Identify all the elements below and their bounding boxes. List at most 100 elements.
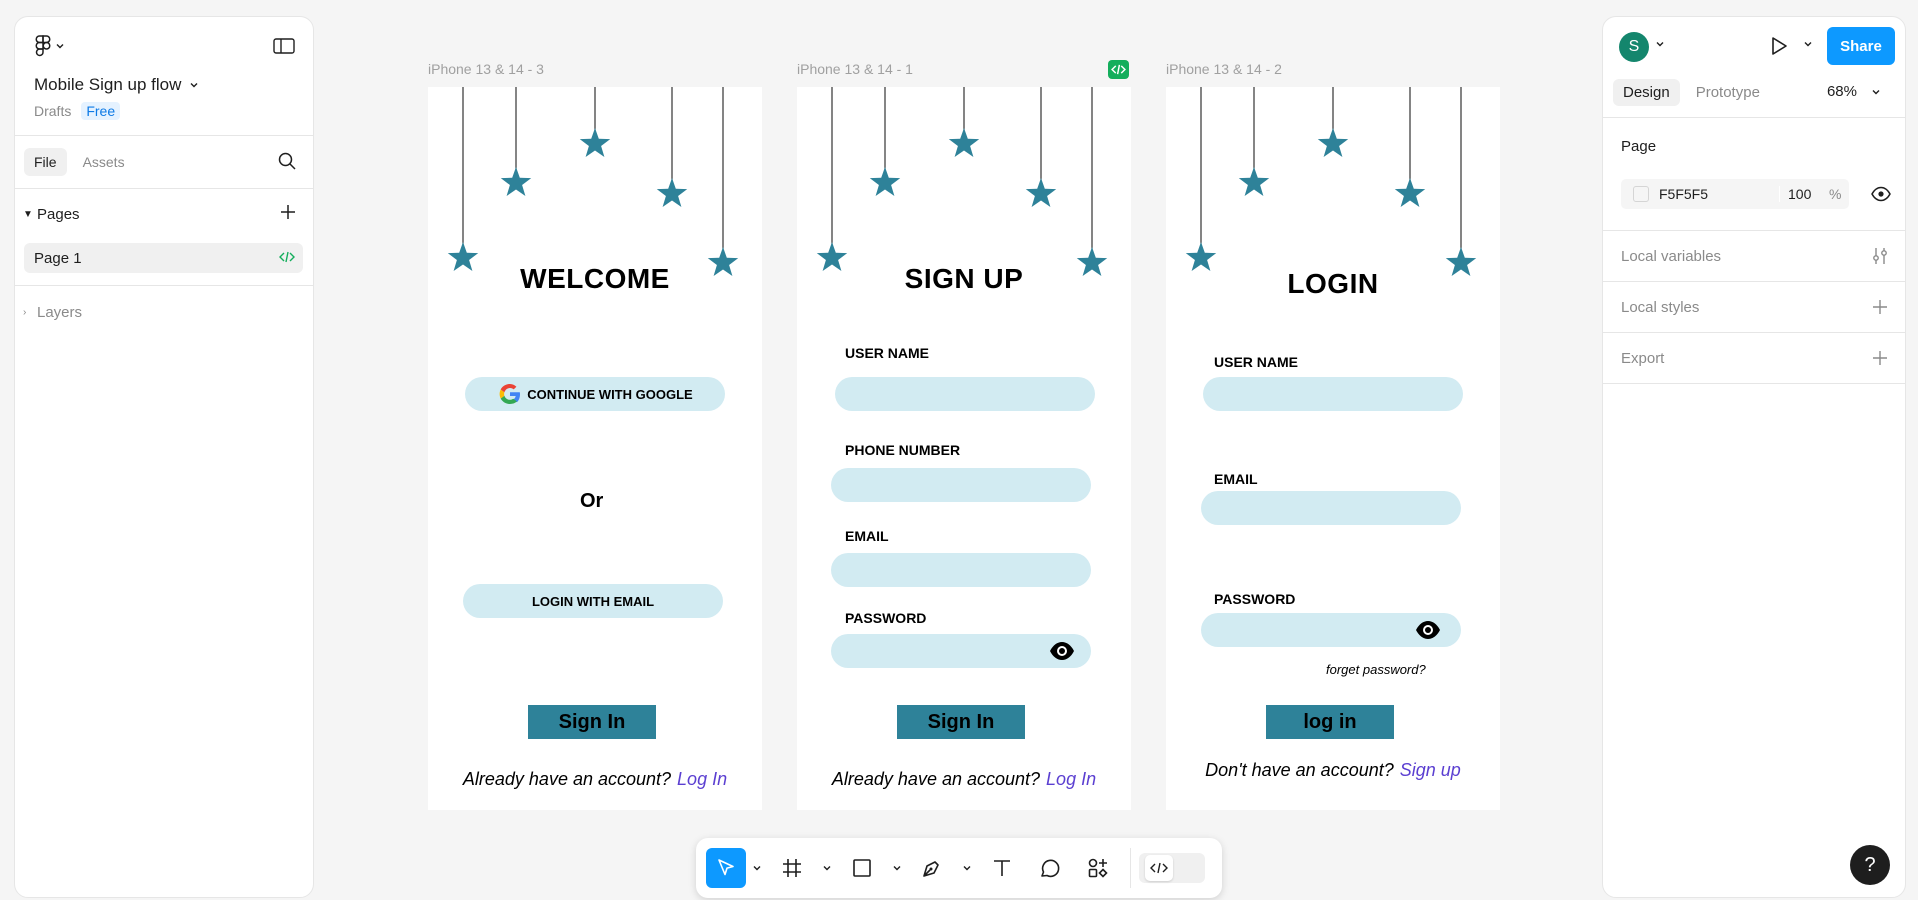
login-with-email-button[interactable]: LOGIN WITH EMAIL xyxy=(463,584,723,618)
email-input[interactable] xyxy=(831,553,1091,587)
frame-label[interactable]: iPhone 13 & 14 - 1 xyxy=(797,61,913,77)
tab-prototype[interactable]: Prototype xyxy=(1686,79,1770,106)
sign-in-button[interactable]: Sign In xyxy=(897,705,1025,739)
frame-tool-button[interactable] xyxy=(768,848,816,888)
username-input[interactable] xyxy=(835,377,1095,411)
tab-design[interactable]: Design xyxy=(1613,78,1680,106)
hanging-stars-decoration xyxy=(816,87,1108,276)
footer-text: Already have an account? xyxy=(831,769,1041,789)
components-icon xyxy=(1088,858,1108,878)
local-variables-row[interactable]: Local variables xyxy=(1603,230,1905,281)
color-swatch[interactable] xyxy=(1633,186,1649,202)
chevron-down-icon xyxy=(190,83,198,88)
chevron-down-icon[interactable] xyxy=(1803,39,1813,49)
star-icon xyxy=(1185,242,1217,271)
share-button[interactable]: Share xyxy=(1827,27,1895,65)
phone-number-input[interactable] xyxy=(831,468,1091,502)
footer: Don't have an account? Sign up xyxy=(1166,760,1500,781)
actions-tool-button[interactable] xyxy=(1074,848,1122,888)
variables-adjust-icon[interactable] xyxy=(1871,247,1889,265)
page-color-hex[interactable]: F5F5F5 xyxy=(1659,186,1779,202)
pages-section-header[interactable]: ▼ Pages xyxy=(15,189,313,239)
dev-mode-toggle[interactable] xyxy=(1139,853,1205,883)
frame-label[interactable]: iPhone 13 & 14 - 3 xyxy=(428,61,544,77)
add-page-icon[interactable] xyxy=(279,203,297,225)
chevron-down-icon[interactable] xyxy=(956,863,978,873)
move-tool-button[interactable] xyxy=(706,848,746,888)
present-play-icon[interactable] xyxy=(1768,35,1790,57)
export-label: Export xyxy=(1621,349,1665,367)
page-color-opacity[interactable]: 100 xyxy=(1779,186,1829,202)
sign-up-link[interactable]: Sign up xyxy=(1400,760,1461,780)
chevron-down-icon[interactable] xyxy=(746,863,768,873)
or-separator: Or xyxy=(580,490,604,512)
frame-login[interactable]: LOGIN USER NAME EMAIL PASSWORD forget pa… xyxy=(1166,87,1500,810)
visibility-eye-icon[interactable] xyxy=(1871,186,1891,202)
zoom-dropdown[interactable]: 68% xyxy=(1827,83,1881,100)
left-panel: Mobile Sign up flow Drafts Free File Ass… xyxy=(14,16,314,898)
local-variables-label: Local variables xyxy=(1621,247,1722,265)
sign-in-button[interactable]: Sign In xyxy=(528,705,656,739)
layers-label: Layers xyxy=(37,303,83,321)
tab-assets[interactable]: Assets xyxy=(73,148,135,176)
footer: Already have an account? Log In xyxy=(428,769,762,790)
drafts-link[interactable]: Drafts xyxy=(34,103,71,119)
field-label: EMAIL xyxy=(845,528,889,544)
avatar[interactable]: S xyxy=(1619,32,1649,62)
page-item[interactable]: Page 1 xyxy=(24,243,303,273)
text-tool-button[interactable] xyxy=(978,848,1026,888)
add-icon[interactable] xyxy=(1871,298,1889,316)
comment-icon xyxy=(1041,859,1060,878)
plan-badge[interactable]: Free xyxy=(81,102,121,120)
search-icon[interactable] xyxy=(277,151,297,176)
main-menu-button[interactable] xyxy=(35,35,65,57)
hanging-stars-decoration xyxy=(1185,87,1477,276)
continue-with-google-label: CONTINUE WITH GOOGLE xyxy=(527,386,693,402)
chevron-down-icon[interactable] xyxy=(886,863,908,873)
comment-tool-button[interactable] xyxy=(1026,848,1074,888)
log-in-link[interactable]: Log In xyxy=(1046,769,1096,789)
zoom-level: 68% xyxy=(1826,83,1857,100)
page-color-field[interactable]: F5F5F5 100 % xyxy=(1621,179,1849,209)
footer: Already have an account? Log In xyxy=(797,769,1131,790)
hanging-stars-decoration xyxy=(447,87,739,276)
show-password-eye-icon[interactable] xyxy=(1415,620,1441,640)
chevron-down-icon[interactable] xyxy=(816,863,838,873)
frame-welcome[interactable]: WELCOME CONTINUE WITH GOOGLE Or LOGIN WI… xyxy=(428,87,762,810)
log-in-button[interactable]: log in xyxy=(1266,705,1394,739)
chevron-down-icon xyxy=(56,44,64,49)
frame-icon xyxy=(783,859,801,877)
forgot-password-link[interactable]: forget password? xyxy=(1326,662,1426,677)
sign-up-title: SIGN UP xyxy=(904,263,1024,294)
google-logo-icon xyxy=(499,384,521,404)
export-row[interactable]: Export xyxy=(1603,332,1905,383)
field-label: USER NAME xyxy=(1214,354,1299,370)
field-label: PASSWORD xyxy=(845,610,927,626)
star-icon xyxy=(1317,128,1349,157)
page-section-title: Page xyxy=(1621,137,1657,155)
chevron-down-icon[interactable] xyxy=(1655,39,1665,49)
field-label: USER NAME xyxy=(845,345,930,361)
frame-sign-up[interactable]: SIGN UP USER NAME PHONE NUMBER EMAIL PAS… xyxy=(797,87,1131,810)
percent-sign: % xyxy=(1829,186,1842,202)
rectangle-tool-button[interactable] xyxy=(838,848,886,888)
log-in-link[interactable]: Log In xyxy=(677,769,727,789)
sidebar-toggle-icon[interactable] xyxy=(273,37,295,60)
layers-section-header[interactable]: › Layers xyxy=(15,286,313,338)
right-panel: S Share Design Prototype 68% Page F5F5F5… xyxy=(1602,16,1906,898)
tab-file[interactable]: File xyxy=(24,148,67,176)
login-with-email-label: LOGIN WITH EMAIL xyxy=(531,593,655,609)
username-input[interactable] xyxy=(1203,377,1463,411)
file-name-button[interactable]: Mobile Sign up flow xyxy=(34,75,199,95)
continue-with-google-button[interactable]: CONTINUE WITH GOOGLE xyxy=(465,377,725,411)
cursor-icon xyxy=(718,859,734,876)
local-styles-row[interactable]: Local styles xyxy=(1603,281,1905,332)
add-icon[interactable] xyxy=(1871,349,1889,367)
help-button[interactable]: ? xyxy=(1850,845,1890,885)
show-password-eye-icon[interactable] xyxy=(1049,641,1075,661)
star-icon xyxy=(1238,167,1270,196)
email-input[interactable] xyxy=(1201,491,1461,525)
text-icon xyxy=(994,860,1010,876)
pen-tool-button[interactable] xyxy=(908,848,956,888)
frame-label[interactable]: iPhone 13 & 14 - 2 xyxy=(1166,61,1282,77)
